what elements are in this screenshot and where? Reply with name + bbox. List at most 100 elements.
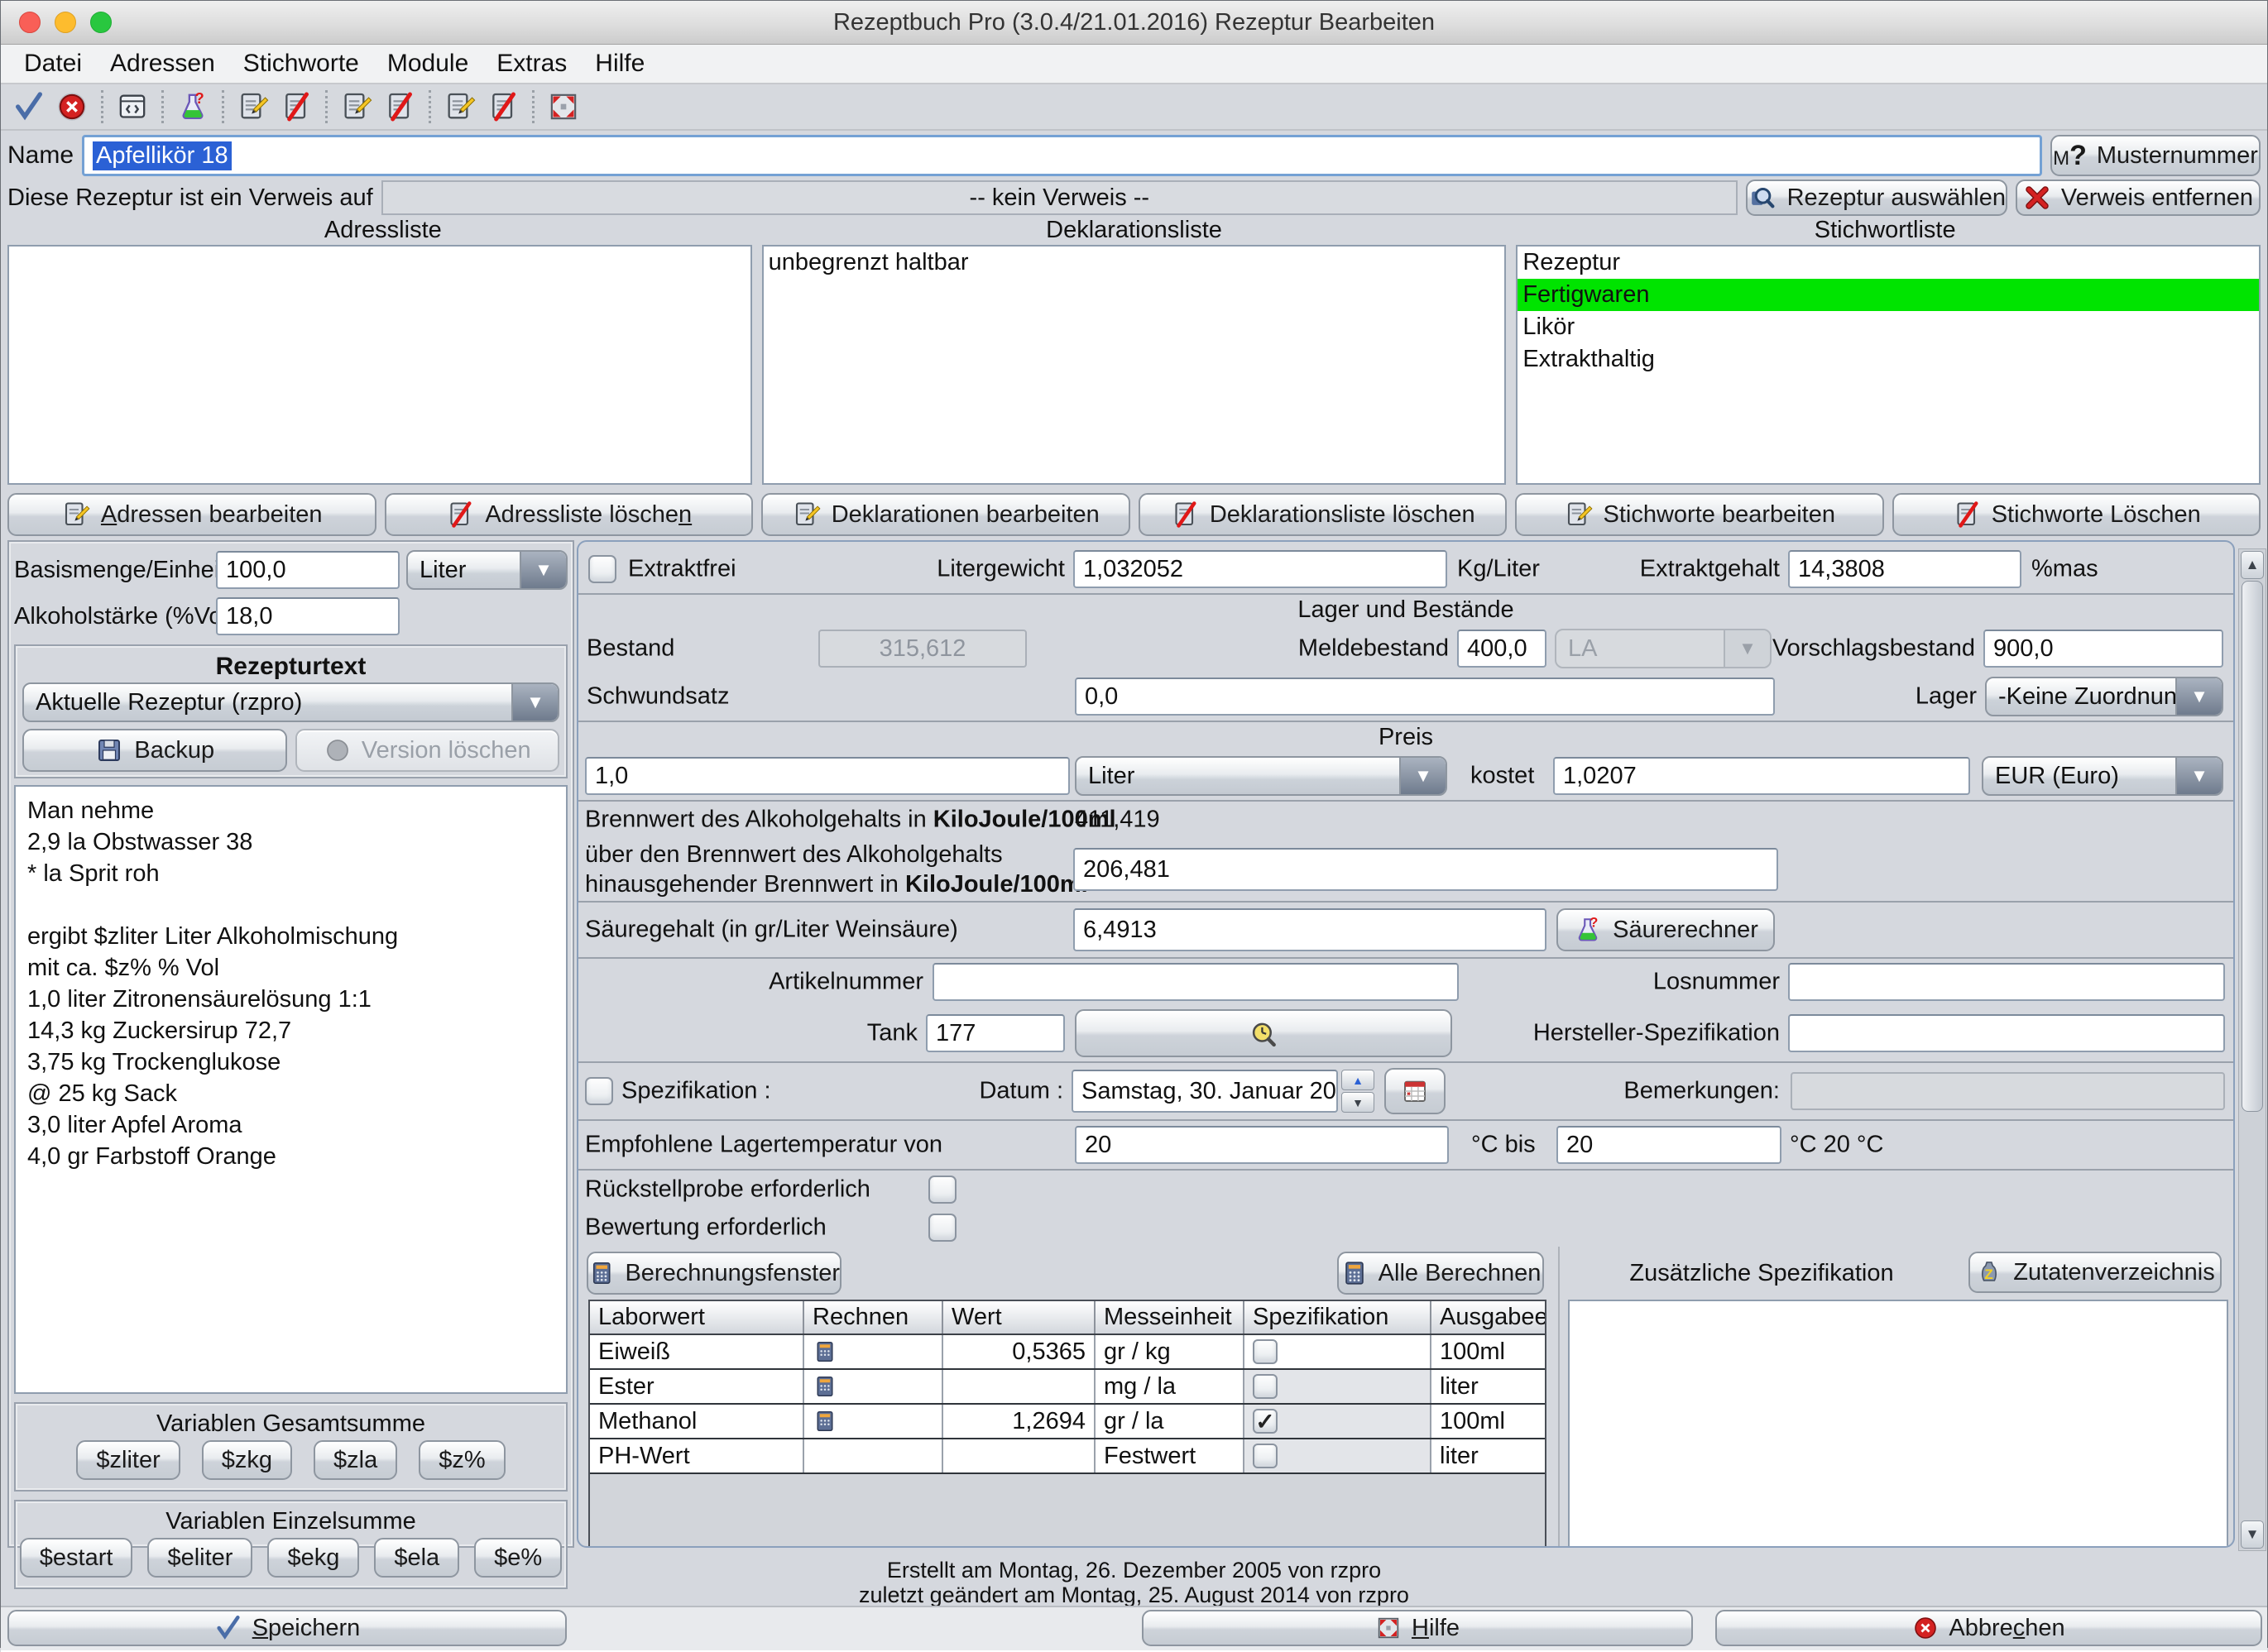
extraktgehalt-input[interactable]: 14,3808 — [1788, 550, 2021, 588]
scroll-down-icon[interactable]: ▼ — [2241, 1520, 2264, 1549]
backup-button[interactable]: Backup — [22, 729, 287, 772]
datum-spinner[interactable]: ▲ ▼ — [1341, 1070, 1374, 1113]
resize-window-icon[interactable] — [542, 87, 585, 127]
datum-input[interactable]: Samstag, 30. Januar 2016 — [1072, 1070, 1338, 1113]
zutatenverzeichnis-button[interactable]: Z Zutatenverzeichnis — [1968, 1252, 2222, 1293]
calculator-icon[interactable] — [813, 1409, 837, 1434]
list-item-selected[interactable]: Fertigwaren — [1518, 279, 2259, 311]
temp-bis-input[interactable]: 20 — [1556, 1126, 1781, 1164]
col-wert[interactable]: Wert — [942, 1301, 1095, 1334]
kalender-button[interactable] — [1384, 1068, 1446, 1114]
vertical-scrollbar[interactable]: ▲ ▼ — [2238, 548, 2266, 1551]
losnummer-input[interactable] — [1788, 963, 2225, 1001]
extraktfrei-checkbox[interactable] — [588, 555, 616, 583]
adressliste-loeschen-button[interactable]: Adressliste löschen — [385, 493, 754, 536]
confirm-check-icon[interactable] — [7, 87, 50, 127]
musternummer-button[interactable]: M? Musternummer — [2050, 135, 2261, 176]
artikelnummer-input[interactable] — [933, 963, 1459, 1001]
deklarationsliste-loeschen-button[interactable]: Deklarationsliste löschen — [1139, 493, 1508, 536]
edit-document-icon[interactable] — [439, 87, 482, 127]
table-row[interactable]: Ester mg / la liter — [590, 1369, 1546, 1404]
var-zla-button[interactable]: $zla — [314, 1440, 397, 1480]
lager-select[interactable]: -Keine Zuordnung-▼ — [1985, 677, 2223, 716]
acid-flask-icon[interactable]: ? — [171, 87, 214, 127]
bewertung-checkbox[interactable] — [928, 1214, 957, 1242]
abbrechen-button[interactable]: Abbrechen — [1715, 1610, 2262, 1646]
basismenge-input[interactable]: 100,0 — [216, 551, 400, 589]
menu-adressen[interactable]: Adressen — [110, 50, 215, 78]
waehrung-select[interactable]: EUR (Euro)▼ — [1982, 756, 2223, 796]
delete-document-icon[interactable] — [275, 87, 318, 127]
rueckstellprobe-checkbox[interactable] — [928, 1176, 957, 1204]
menu-module[interactable]: Module — [387, 50, 468, 78]
window-icon[interactable] — [111, 87, 154, 127]
tank-suche-button[interactable] — [1075, 1009, 1452, 1057]
table-row[interactable]: Eiweiß 0,5365 gr / kg 100ml — [590, 1334, 1546, 1369]
table-row[interactable]: PH-Wert Festwert liter — [590, 1439, 1546, 1473]
menu-datei[interactable]: Datei — [24, 50, 82, 78]
delete-document-icon[interactable] — [378, 87, 421, 127]
preis-menge-input[interactable]: 1,0 — [585, 757, 1070, 795]
table-row[interactable]: Methanol 1,2694 gr / la 100ml — [590, 1404, 1546, 1439]
stichworte-loeschen-button[interactable]: Stichworte Löschen — [1892, 493, 2261, 536]
var-zprozent-button[interactable]: $z% — [419, 1440, 505, 1480]
stichwortliste-list[interactable]: Rezeptur Fertigwaren Likör Extrakthaltig — [1516, 245, 2261, 485]
spezifikation-cell-checkbox[interactable] — [1253, 1339, 1278, 1364]
deklarationsliste-list[interactable]: unbegrenzt haltbar — [762, 245, 1507, 485]
spezifikation-checkbox[interactable] — [585, 1077, 613, 1105]
verweis-entfernen-button[interactable]: Verweis entfernen — [2016, 180, 2261, 216]
spinner-up-icon[interactable]: ▲ — [1341, 1070, 1374, 1090]
saeurerechner-button[interactable]: ? Säurerechner — [1556, 908, 1775, 951]
minimize-window-icon[interactable] — [55, 12, 76, 33]
list-item[interactable]: Extrakthaltig — [1518, 343, 2259, 376]
zoom-window-icon[interactable] — [90, 12, 112, 33]
alle-berechnen-button[interactable]: Alle Berechnen — [1337, 1252, 1544, 1295]
adressliste-list[interactable] — [7, 245, 752, 485]
col-messeinheit[interactable]: Messeinheit — [1095, 1301, 1244, 1334]
rezepturtext-textarea[interactable]: Man nehme 2,9 la Obstwasser 38 * la Spri… — [14, 785, 568, 1394]
speichern-button[interactable]: Speichern — [7, 1610, 567, 1646]
col-spezifikation[interactable]: Spezifikation — [1244, 1301, 1431, 1334]
list-item[interactable]: Rezeptur — [1518, 247, 2259, 279]
col-ausgabeeinheit[interactable]: Ausgabeei — [1431, 1301, 1546, 1334]
rezeptur-auswaehlen-button[interactable]: Rezeptur auswählen — [1746, 180, 2007, 216]
einheit-select[interactable]: Liter▼ — [406, 550, 568, 590]
close-window-icon[interactable] — [19, 12, 41, 33]
calculator-icon[interactable] — [813, 1339, 837, 1364]
laborwerte-table[interactable]: Laborwert Rechnen Wert Messeinheit Spezi… — [588, 1300, 1546, 1548]
vorschlagsbestand-input[interactable]: 900,0 — [1983, 630, 2223, 668]
scroll-up-icon[interactable]: ▲ — [2241, 551, 2264, 579]
cancel-stop-icon[interactable] — [50, 87, 94, 127]
litergewicht-input[interactable]: 1,032052 — [1073, 550, 1447, 588]
temp-von-input[interactable]: 20 — [1075, 1126, 1449, 1164]
tank-input[interactable]: 177 — [926, 1014, 1065, 1052]
brennwert2-input[interactable]: 206,481 — [1073, 848, 1778, 891]
var-zliter-button[interactable]: $zliter — [76, 1440, 180, 1480]
edit-document-icon[interactable] — [335, 87, 378, 127]
list-item[interactable]: Likör — [1518, 311, 2259, 343]
spezifikation-cell-checkbox[interactable] — [1253, 1409, 1278, 1434]
berechnungsfenster-button[interactable]: Berechnungsfenster — [587, 1252, 842, 1295]
spezifikation-cell-checkbox[interactable] — [1253, 1374, 1278, 1399]
menu-stichworte[interactable]: Stichworte — [243, 50, 359, 78]
preis-input[interactable]: 1,0207 — [1553, 757, 1970, 795]
spinner-down-icon[interactable]: ▼ — [1341, 1092, 1374, 1113]
col-laborwert[interactable]: Laborwert — [590, 1301, 803, 1334]
deklarationen-bearbeiten-button[interactable]: Deklarationen bearbeiten — [761, 493, 1130, 536]
version-loeschen-button[interactable]: Version löschen — [295, 729, 560, 772]
meldebestand-input[interactable]: 400,0 — [1457, 630, 1546, 668]
name-input[interactable]: Apfellikör 18 — [82, 135, 2042, 176]
menu-hilfe[interactable]: Hilfe — [595, 50, 645, 78]
scrollbar-thumb[interactable] — [2242, 581, 2263, 1112]
calculator-icon[interactable] — [813, 1374, 837, 1399]
hersteller-spezifikation-input[interactable] — [1788, 1014, 2225, 1052]
version-select[interactable]: Aktuelle Rezeptur (rzpro)▼ — [22, 682, 559, 722]
list-item[interactable]: unbegrenzt haltbar — [764, 247, 1505, 279]
preis-einheit-select[interactable]: Liter▼ — [1075, 756, 1447, 796]
menu-extras[interactable]: Extras — [496, 50, 567, 78]
zusatz-spezifikation-textarea[interactable] — [1568, 1300, 2228, 1548]
spezifikation-cell-checkbox[interactable] — [1253, 1444, 1278, 1468]
alkoholstaerke-input[interactable]: 18,0 — [216, 597, 400, 635]
stichworte-bearbeiten-button[interactable]: Stichworte bearbeiten — [1515, 493, 1884, 536]
hilfe-button[interactable]: Hilfe — [1142, 1610, 1693, 1646]
